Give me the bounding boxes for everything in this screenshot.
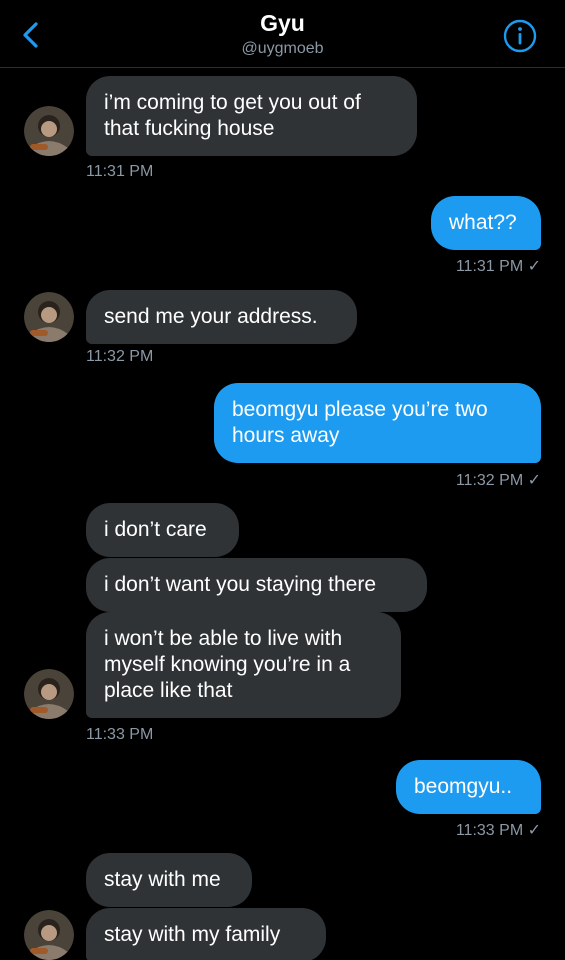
incoming-message[interactable]: send me your address.	[86, 290, 357, 344]
conversation-header: Gyu @uygmoeb	[0, 0, 565, 68]
contact-name[interactable]: Gyu	[0, 10, 565, 37]
incoming-message[interactable]: i won’t be able to live with myself know…	[86, 612, 401, 718]
avatar[interactable]	[24, 106, 74, 156]
outgoing-message[interactable]: beomgyu..	[396, 760, 541, 814]
info-icon[interactable]	[503, 19, 537, 53]
message-timestamp: 11:32 PM	[86, 348, 154, 365]
message-timestamp: 11:31 PM ✓	[455, 258, 541, 275]
incoming-message[interactable]: i’m coming to get you out of that fuckin…	[86, 76, 417, 156]
incoming-message[interactable]: stay with my family	[86, 908, 326, 960]
outgoing-message[interactable]: what??	[431, 196, 541, 250]
avatar[interactable]	[24, 292, 74, 342]
message-timestamp: 11:33 PM	[86, 726, 154, 743]
message-timestamp: 11:31 PM	[86, 163, 154, 180]
incoming-message[interactable]: stay with me	[86, 853, 252, 907]
contact-handle: @uygmoeb	[241, 40, 324, 57]
message-timestamp: 11:33 PM ✓	[455, 822, 541, 839]
message-timestamp: 11:32 PM ✓	[455, 472, 541, 489]
outgoing-message[interactable]: beomgyu please you’re two hours away	[214, 383, 541, 463]
incoming-message[interactable]: i don’t want you staying there	[86, 558, 427, 612]
avatar[interactable]	[24, 910, 74, 960]
avatar[interactable]	[24, 669, 74, 719]
incoming-message[interactable]: i don’t care	[86, 503, 239, 557]
